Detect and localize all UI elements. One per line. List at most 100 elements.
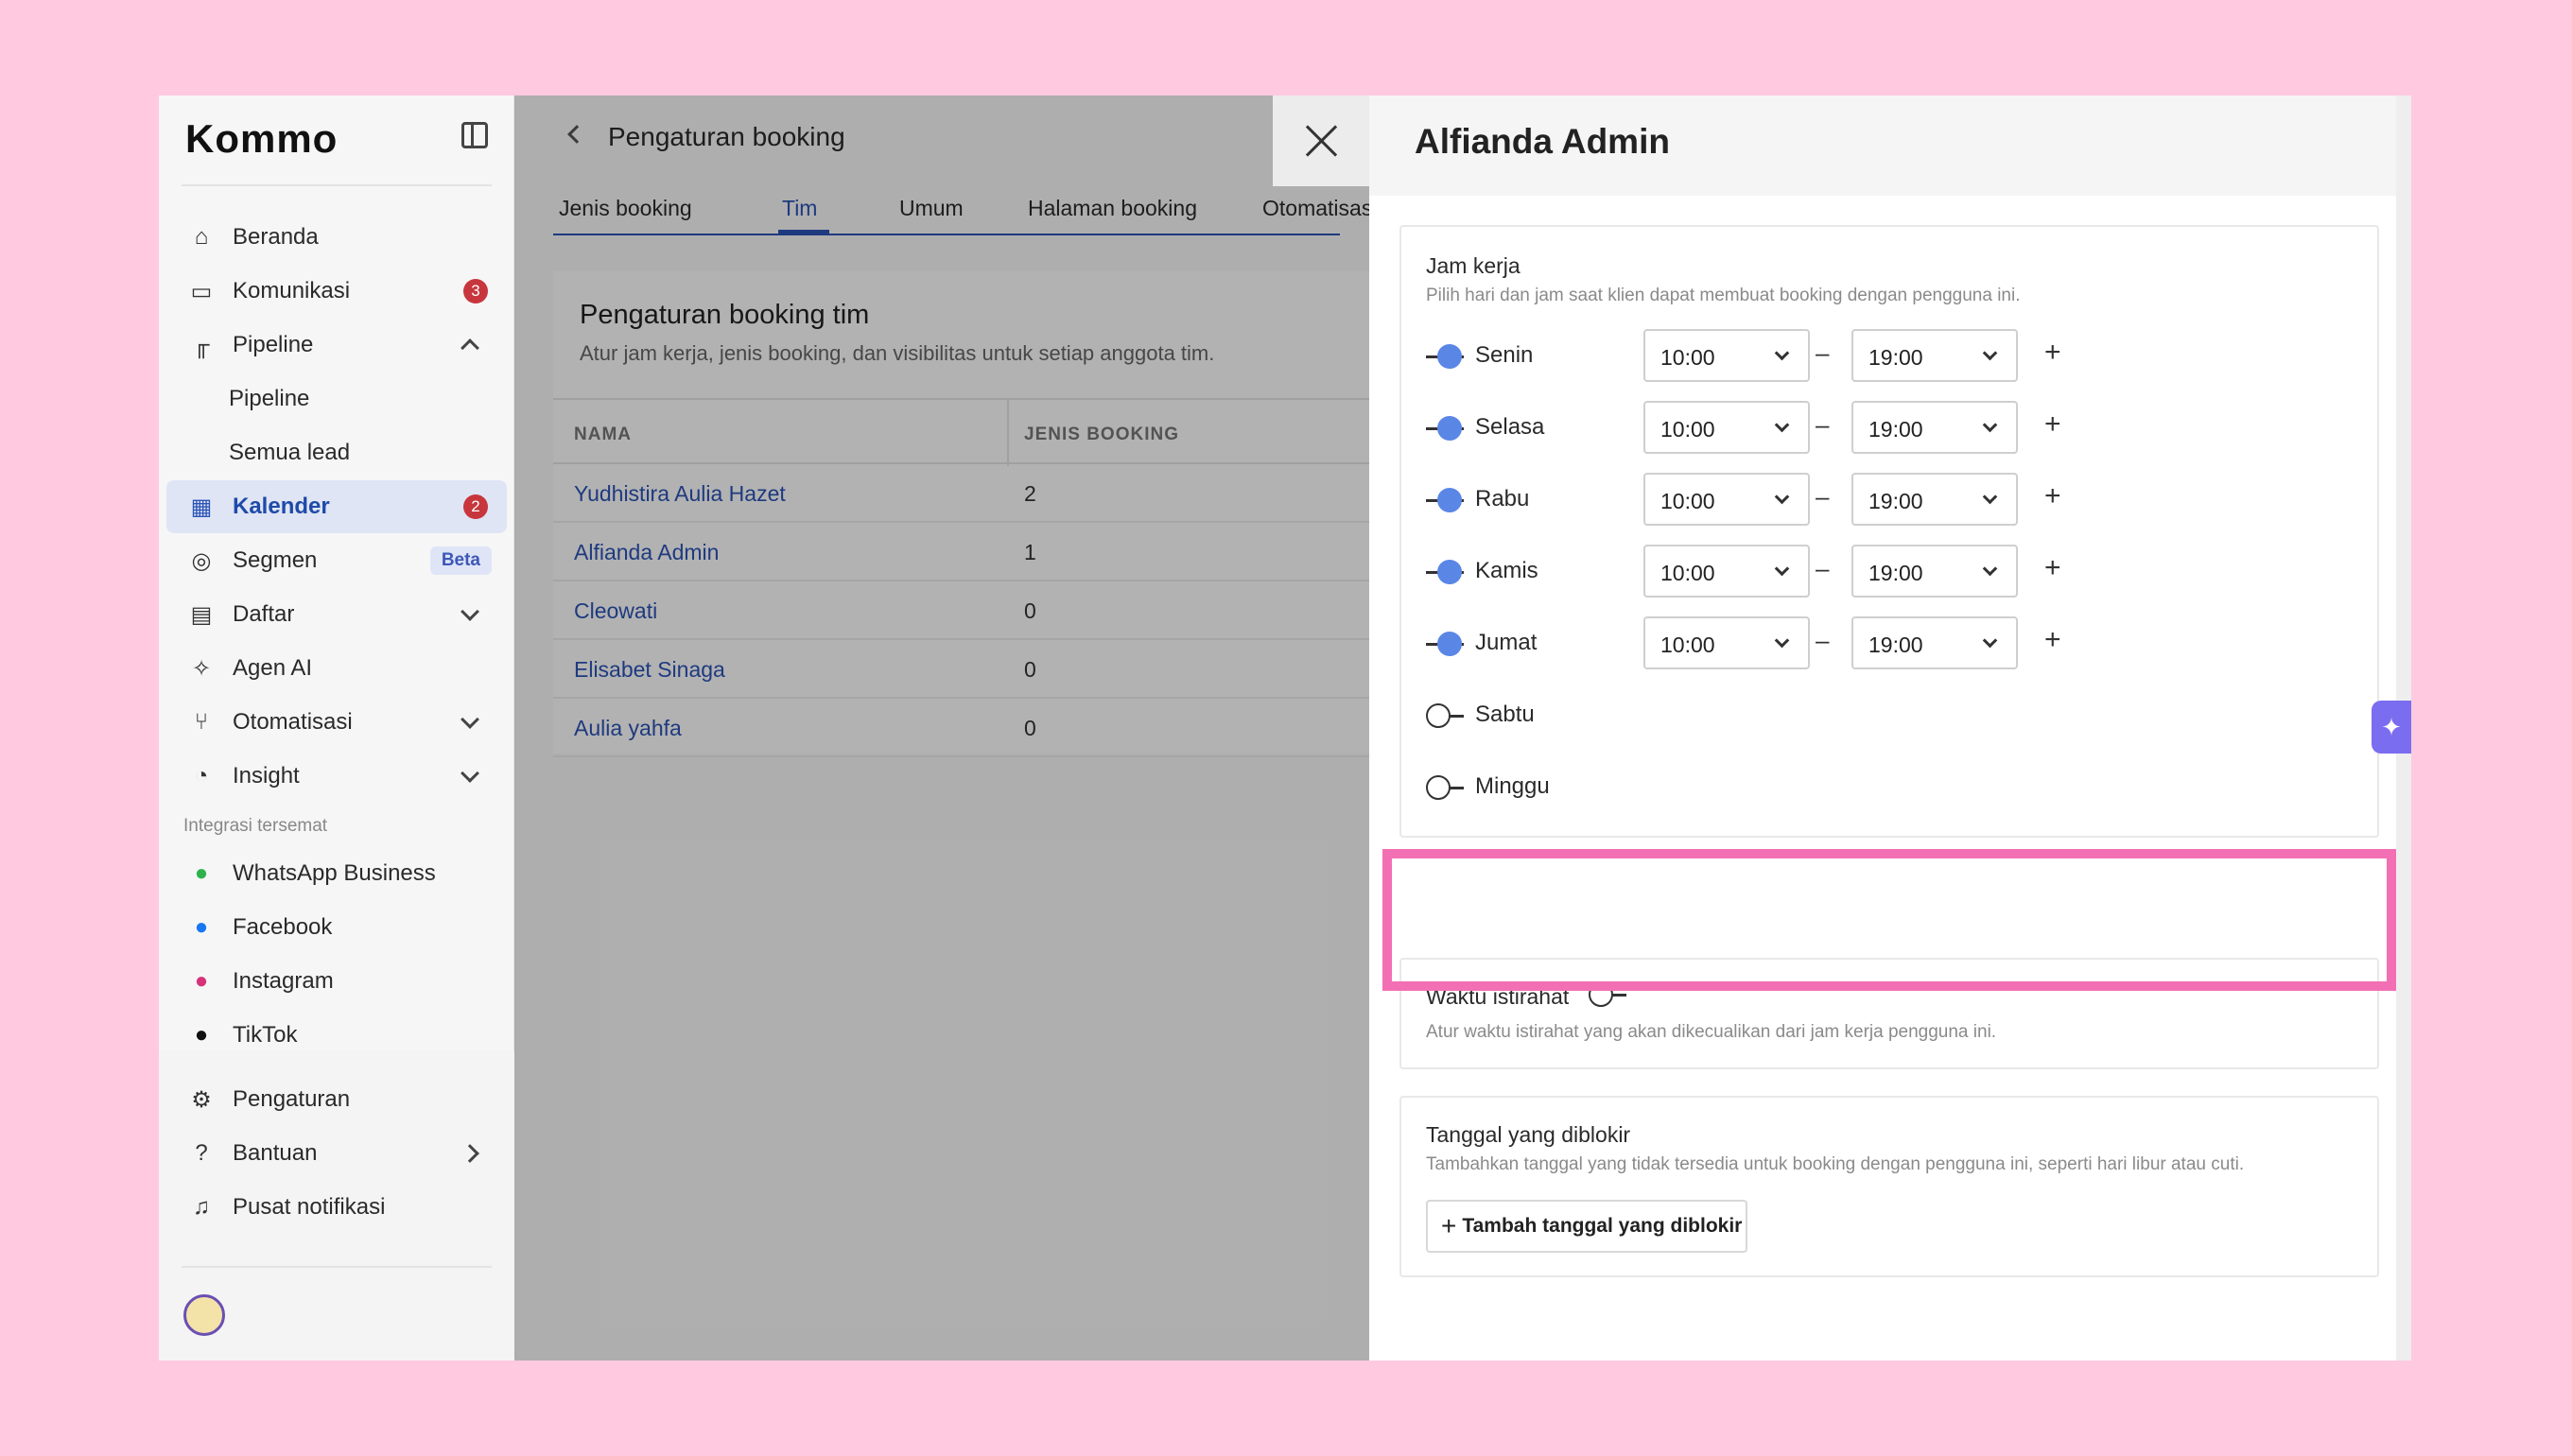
- day-row-minggu: Minggu: [1426, 760, 2088, 813]
- sidebar-item-komunikasi[interactable]: ▭ Komunikasi 3: [166, 265, 507, 318]
- sidebar-item-kalender[interactable]: ▦ Kalender 2: [166, 480, 507, 533]
- start-time-select[interactable]: 10:00: [1643, 616, 1810, 669]
- day-toggle[interactable]: [1426, 775, 1464, 800]
- sidebar-item-insight[interactable]: ◔ Insight: [166, 750, 507, 803]
- segment-icon: ◎: [191, 547, 212, 574]
- end-time-select[interactable]: 19:00: [1851, 401, 2018, 454]
- range-dash: –: [1816, 554, 1830, 582]
- highlight-box: [1382, 849, 2396, 991]
- day-label: Kamis: [1475, 558, 1538, 583]
- end-time-value: 19:00: [1868, 633, 1923, 657]
- sidebar-item-whatsapp[interactable]: ● WhatsApp Business: [166, 847, 507, 900]
- day-row-jumat: Jumat 10:00 – 19:00 +: [1426, 616, 2088, 669]
- sidebar-item-label: Kalender: [233, 494, 330, 519]
- tiktok-icon: ●: [194, 1022, 209, 1048]
- start-time-value: 10:00: [1660, 345, 1715, 370]
- blocked-dates-title: Tanggal yang diblokir: [1426, 1122, 1631, 1147]
- sidebar-item-segmen[interactable]: ◎ Segmen Beta: [166, 534, 507, 587]
- sidebar-subitem-semua-lead[interactable]: Semua lead: [166, 426, 507, 479]
- sidebar-item-label: Pengaturan: [233, 1086, 351, 1112]
- unread-badge: 3: [463, 279, 488, 303]
- chevron-down-icon: [1774, 489, 1790, 505]
- beta-badge: Beta: [429, 546, 492, 575]
- end-time-value: 19:00: [1868, 489, 1923, 513]
- end-time-select[interactable]: 19:00: [1851, 545, 2018, 598]
- sidebar-item-label: Instagram: [233, 968, 334, 994]
- work-hours-title: Jam kerja: [1426, 253, 1521, 278]
- work-hours-description: Pilih hari dan jam saat klien dapat memb…: [1426, 286, 2021, 305]
- end-time-value: 19:00: [1868, 417, 1923, 442]
- gear-icon: ⚙: [191, 1086, 212, 1113]
- chevron-right-icon: [461, 1144, 479, 1163]
- sidebar-item-label: Bantuan: [233, 1140, 318, 1166]
- sidebar-item-facebook[interactable]: ● Facebook: [166, 901, 507, 954]
- chevron-down-icon: [1982, 345, 1998, 361]
- sidebar-item-label: WhatsApp Business: [233, 860, 436, 886]
- sidebar-item-agen-ai[interactable]: ✧ Agen AI: [166, 642, 507, 695]
- end-time-select[interactable]: 19:00: [1851, 329, 2018, 382]
- end-time-select[interactable]: 19:00: [1851, 616, 2018, 669]
- start-time-select[interactable]: 10:00: [1643, 545, 1810, 598]
- avatar[interactable]: [183, 1294, 225, 1336]
- day-row-rabu: Rabu 10:00 – 19:00 +: [1426, 473, 2088, 526]
- chevron-down-icon: [1982, 417, 1998, 433]
- add-blocked-date-button[interactable]: + Tambah tanggal yang diblokir: [1426, 1200, 1747, 1253]
- day-label: Selasa: [1475, 414, 1545, 440]
- sidebar-subitem-pipeline[interactable]: Pipeline: [166, 373, 507, 425]
- day-toggle[interactable]: [1426, 703, 1464, 728]
- day-row-senin: Senin 10:00 – 19:00 +: [1426, 329, 2088, 382]
- add-blocked-date-label: Tambah tanggal yang diblokir: [1462, 1215, 1743, 1237]
- sidebar-item-beranda[interactable]: ⌂ Beranda: [166, 211, 507, 264]
- work-hours-card: Jam kerja Pilih hari dan jam saat klien …: [1399, 225, 2379, 838]
- sidebar-item-label: Segmen: [233, 547, 318, 573]
- day-toggle[interactable]: [1426, 560, 1464, 584]
- add-interval-button[interactable]: +: [2044, 552, 2061, 584]
- sidebar-item-daftar[interactable]: ▤ Daftar: [166, 588, 507, 641]
- day-toggle[interactable]: [1426, 488, 1464, 512]
- end-time-value: 19:00: [1868, 345, 1923, 370]
- day-toggle[interactable]: [1426, 344, 1464, 369]
- sidebar-item-otomatisasi[interactable]: ⑂ Otomatisasi: [166, 696, 507, 749]
- range-dash: –: [1816, 626, 1830, 654]
- panel-title: Alfianda Admin: [1415, 122, 1670, 161]
- modal-overlay[interactable]: [514, 95, 1466, 1361]
- day-toggle[interactable]: [1426, 632, 1464, 656]
- home-icon: ⌂: [194, 224, 209, 250]
- sidebar-item-label: Daftar: [233, 601, 295, 627]
- day-label: Minggu: [1475, 773, 1550, 799]
- add-interval-button[interactable]: +: [2044, 337, 2061, 369]
- chevron-down-icon: [1982, 489, 1998, 505]
- day-label: Senin: [1475, 342, 1534, 368]
- sidebar-divider: [182, 184, 492, 186]
- sidebar-item-bantuan[interactable]: ? Bantuan: [166, 1127, 507, 1180]
- start-time-value: 10:00: [1660, 561, 1715, 585]
- ai-assistant-sparkle-icon[interactable]: ✦: [2372, 701, 2411, 754]
- start-time-select[interactable]: 10:00: [1643, 329, 1810, 382]
- start-time-select[interactable]: 10:00: [1643, 401, 1810, 454]
- add-interval-button[interactable]: +: [2044, 408, 2061, 441]
- sidebar-item-instagram[interactable]: ● Instagram: [166, 955, 507, 1008]
- chevron-down-icon: [1982, 633, 1998, 649]
- chevron-down-icon: [1774, 633, 1790, 649]
- sidebar-toggle-icon[interactable]: [461, 122, 488, 148]
- calendar-icon: ▦: [190, 494, 213, 520]
- add-interval-button[interactable]: +: [2044, 624, 2061, 656]
- sidebar-item-pipeline[interactable]: ╓ Pipeline: [166, 319, 507, 372]
- end-time-select[interactable]: 19:00: [1851, 473, 2018, 526]
- blocked-dates-description: Tambahkan tanggal yang tidak tersedia un…: [1426, 1154, 2245, 1174]
- break-time-description: Atur waktu istirahat yang akan dikecuali…: [1426, 1022, 1997, 1042]
- close-icon[interactable]: [1273, 95, 1371, 186]
- chevron-down-icon: [461, 602, 479, 621]
- day-label: Sabtu: [1475, 702, 1535, 727]
- add-interval-button[interactable]: +: [2044, 480, 2061, 512]
- whatsapp-icon: ●: [194, 860, 209, 886]
- day-toggle[interactable]: [1426, 416, 1464, 441]
- sidebar-item-pusat-notifikasi[interactable]: ♫ Pusat notifikasi: [166, 1181, 507, 1234]
- automation-icon: ⑂: [194, 709, 209, 735]
- range-dash: –: [1816, 410, 1830, 439]
- chevron-down-icon: [461, 764, 479, 783]
- sidebar-item-pengaturan[interactable]: ⚙ Pengaturan: [166, 1073, 507, 1126]
- app-window: Kommo ⌂ Beranda ▭ Komunikasi 3 ╓ Pipelin…: [159, 95, 2411, 1361]
- help-icon: ?: [195, 1140, 208, 1166]
- start-time-select[interactable]: 10:00: [1643, 473, 1810, 526]
